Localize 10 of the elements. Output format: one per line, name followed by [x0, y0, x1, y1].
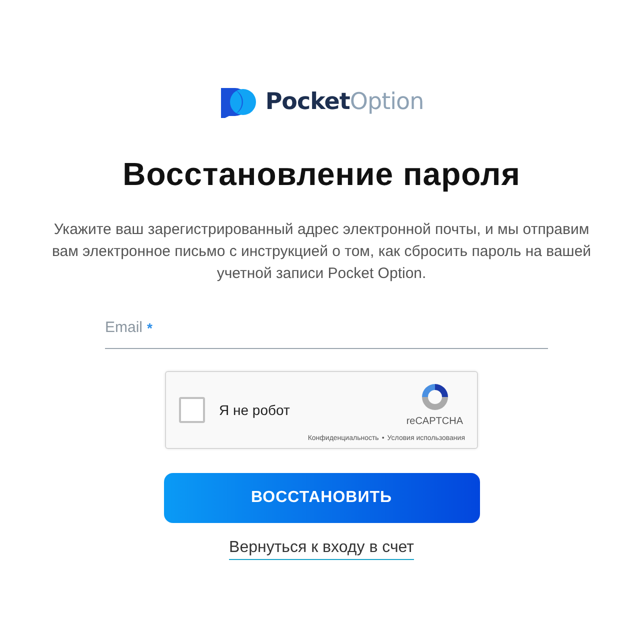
required-mark: *	[147, 320, 152, 336]
logo-text: Pocket	[265, 89, 350, 115]
page-title: Восстановление пароля	[122, 156, 520, 193]
checkbox-label: Я не робот	[219, 402, 290, 418]
back-link[interactable]: Вернуться к входу в счет	[229, 539, 414, 560]
logo-text: Option	[350, 89, 424, 115]
recaptcha-label: reCAPTCHA	[406, 416, 463, 427]
description: Укажите ваш зарегистрированный адрес электронной почты, и мы отправим вам электронное письмо с инструкцией о том, как сбросить пароль на вашей учетной записи Pocket Option.	[50, 220, 592, 284]
checkbox[interactable]	[179, 397, 205, 423]
restore-button[interactable]: ВОССТАНОВИТЬ	[164, 473, 480, 523]
